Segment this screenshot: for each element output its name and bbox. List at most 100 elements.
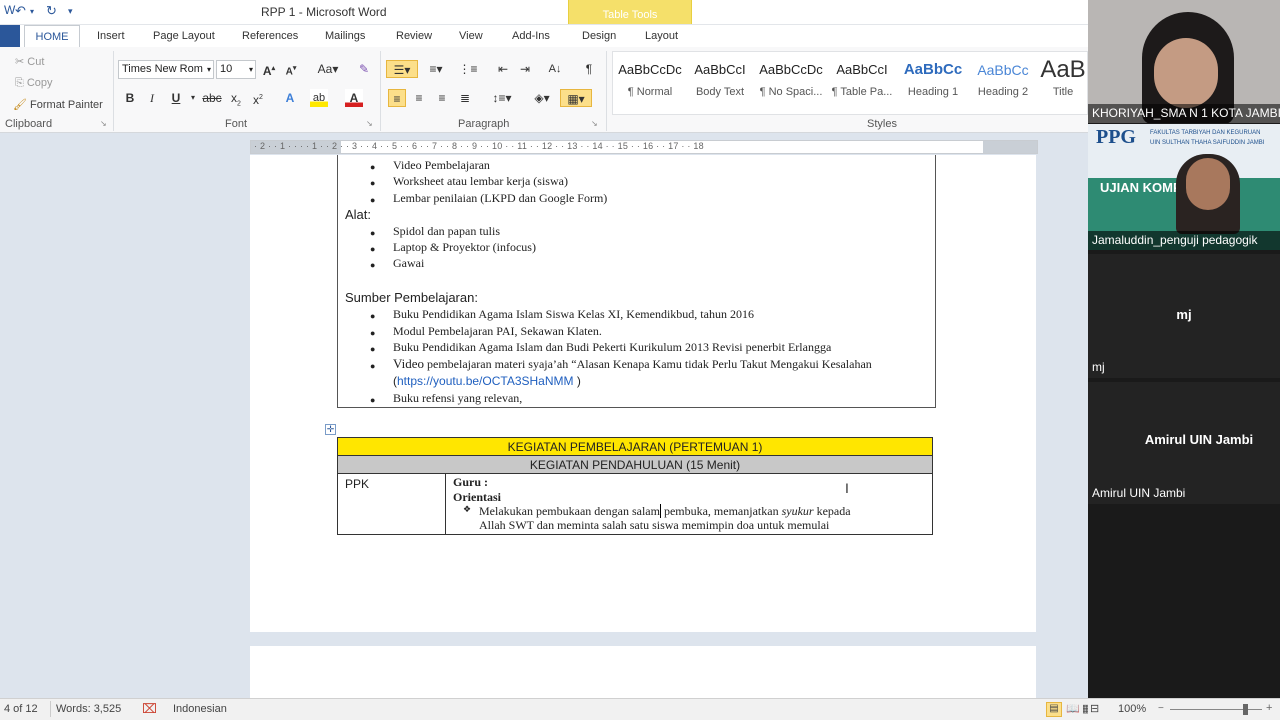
list-item: Video Pembelajaran [393,158,490,172]
zoom-slider[interactable] [1170,709,1262,710]
style-normal[interactable]: AaBbCcDc ¶ Normal [615,56,685,112]
style-heading-1[interactable]: AaBbCc Heading 1 [898,56,968,112]
align-right-icon[interactable]: ≡ [433,89,451,107]
separator [113,51,114,131]
window-title: RPP 1 - Microsoft Word [261,5,387,19]
zoom-control[interactable]: ⊟ 100% − + [1088,698,1280,720]
grow-font-icon[interactable]: A▴ [260,60,278,78]
customize-qat-icon[interactable]: ▾ [68,6,73,17]
superscript-icon[interactable]: x2 [249,89,267,107]
word-app-icon[interactable]: W [4,3,15,17]
tab-design[interactable]: Design [582,25,616,47]
format-painter-label: Format Painter [30,99,103,111]
numbering-icon[interactable]: ≡▾ [422,60,450,78]
participant-name: Jamaluddin_penguji pedagogik [1092,233,1258,247]
underline-icon[interactable]: U [167,89,185,107]
cut-button[interactable]: ✂ Cut [15,55,44,68]
zoom-slider-thumb[interactable] [1243,704,1248,715]
shading-icon[interactable]: ◈▾ [529,89,555,107]
subscript-icon[interactable]: x2 [227,89,245,107]
tab-mailings[interactable]: Mailings [325,25,365,47]
document-page-next[interactable] [250,646,1036,706]
increase-indent-icon[interactable]: ⇥ [516,60,534,78]
proofing-icon[interactable]: ⌧ [142,701,157,717]
style-sample: AaB [1040,56,1086,83]
multilevel-list-icon[interactable]: ⋮≡ [454,60,482,78]
bullet-icon: ● [370,395,376,405]
guru-label: Guru : [453,475,489,489]
style-table-paragraph[interactable]: AaBbCcI ¶ Table Pa... [827,56,897,112]
redo-icon[interactable]: ↻ [46,3,57,19]
font-size-combo[interactable]: 10 ▾ [216,60,256,79]
clear-formatting-icon[interactable]: ✎ [355,60,373,78]
sort-icon[interactable]: A↓ [546,60,564,78]
print-layout-icon[interactable]: ▤ [1046,702,1062,717]
strikethrough-icon[interactable]: abc [201,89,223,107]
page-count[interactable]: 4 of 12 [4,703,38,715]
tab-layout[interactable]: Layout [645,25,678,47]
show-marks-icon[interactable]: ¶ [580,60,598,78]
participant-tile[interactable]: Amirul UIN Jambi Amirul UIN Jambi [1088,382,1280,504]
text-effects-icon[interactable]: A [281,89,299,107]
participant-tile[interactable]: mj mj [1088,254,1280,378]
decrease-indent-icon[interactable]: ⇤ [494,60,512,78]
horizontal-ruler[interactable]: · 2 · · 1 · · · · 1 · · 2 · · 3 · · 4 · … [250,140,1038,154]
style-sample: AaBbCc [977,62,1029,78]
align-left-icon[interactable]: ≡ [388,89,406,107]
language[interactable]: Indonesian [173,703,227,715]
borders-icon[interactable]: ▦▾ [560,89,592,107]
shrink-font-icon[interactable]: A▾ [282,60,300,78]
bold-icon[interactable]: B [121,89,139,107]
style-body-text[interactable]: AaBbCcI Body Text [685,56,755,112]
style-name: Heading 2 [977,86,1029,98]
clipboard-launcher-icon[interactable]: ↘ [100,119,107,128]
style-title[interactable]: AaB Title [1038,56,1088,112]
undo-dropdown-icon[interactable]: ▾ [30,7,34,16]
line-spacing-icon[interactable]: ↕≡▾ [489,89,515,107]
paren-close: ) [573,374,581,388]
zoom-plus-icon[interactable]: + [1266,702,1272,714]
zoom-level[interactable]: 100% [1118,703,1146,715]
ruler-scale: · 2 · · 1 · · · · 1 · · 2 · · 3 · · 4 · … [254,141,704,151]
style-heading-2[interactable]: AaBbCc Heading 2 [968,56,1038,112]
video-text: pembelajaran materi syaja’ah “Alasan Ken… [424,357,872,371]
justify-icon[interactable]: ≣ [456,89,474,107]
tab-view[interactable]: View [459,25,483,47]
font-launcher-icon[interactable]: ↘ [366,119,373,128]
font-name-combo[interactable]: Times New Rom ▾ [118,60,214,79]
tab-home[interactable]: HOME [24,25,80,47]
tab-insert[interactable]: Insert [97,25,125,47]
bullet-icon: ● [370,228,376,238]
highlight-icon[interactable]: ab [310,89,328,107]
underline-dropdown-icon[interactable]: ▾ [184,89,202,107]
zoom-minus-icon[interactable]: − [1158,703,1164,714]
zoom-out-icon[interactable]: ⊟ [1090,702,1099,715]
align-center-icon[interactable]: ≡ [410,89,428,107]
tab-references[interactable]: References [242,25,298,47]
change-case-icon[interactable]: Aa▾ [315,60,341,78]
tab-add-ins[interactable]: Add-Ins [512,25,550,47]
bullets-icon[interactable]: ☰▾ [386,60,418,78]
style-no-spacing[interactable]: AaBbCcDc ¶ No Spaci... [756,56,826,112]
table-move-handle-icon[interactable]: ✛ [325,424,336,435]
participant-tile[interactable]: PPG FAKULTAS TARBIYAH DAN KEGURUAN UIN S… [1088,124,1280,250]
word-count[interactable]: Words: 3,525 [56,703,121,715]
paragraph-launcher-icon[interactable]: ↘ [591,119,598,128]
list-item: Buku Pendidikan Agama Islam Siswa Kelas … [393,307,754,321]
bullet-icon: ● [370,162,376,172]
participant-tile[interactable]: KHORIYAH_SMA N 1 KOTA JAMBI [1088,0,1280,123]
undo-icon[interactable]: ↶ [15,3,26,19]
file-tab[interactable] [0,25,20,47]
list-item-video: Video pembelajaran materi syaja’ah “Alas… [393,356,872,372]
format-painter-button[interactable]: 🖌 Format Painter [13,98,103,111]
copy-button[interactable]: ⎘ Copy [15,77,53,90]
italic-icon[interactable]: I [143,89,161,107]
tab-page-layout[interactable]: Page Layout [153,25,215,47]
reading-mode-icon[interactable]: 📖 [1066,702,1080,715]
font-color-icon[interactable]: A [345,89,363,107]
tab-review[interactable]: Review [396,25,432,47]
banner-title: PPG [1096,126,1136,148]
video-link[interactable]: https://youtu.be/OCTA3SHaNMM [397,374,574,388]
text-cursor-icon: I [845,480,849,496]
chevron-down-icon: ▾ [248,65,253,74]
